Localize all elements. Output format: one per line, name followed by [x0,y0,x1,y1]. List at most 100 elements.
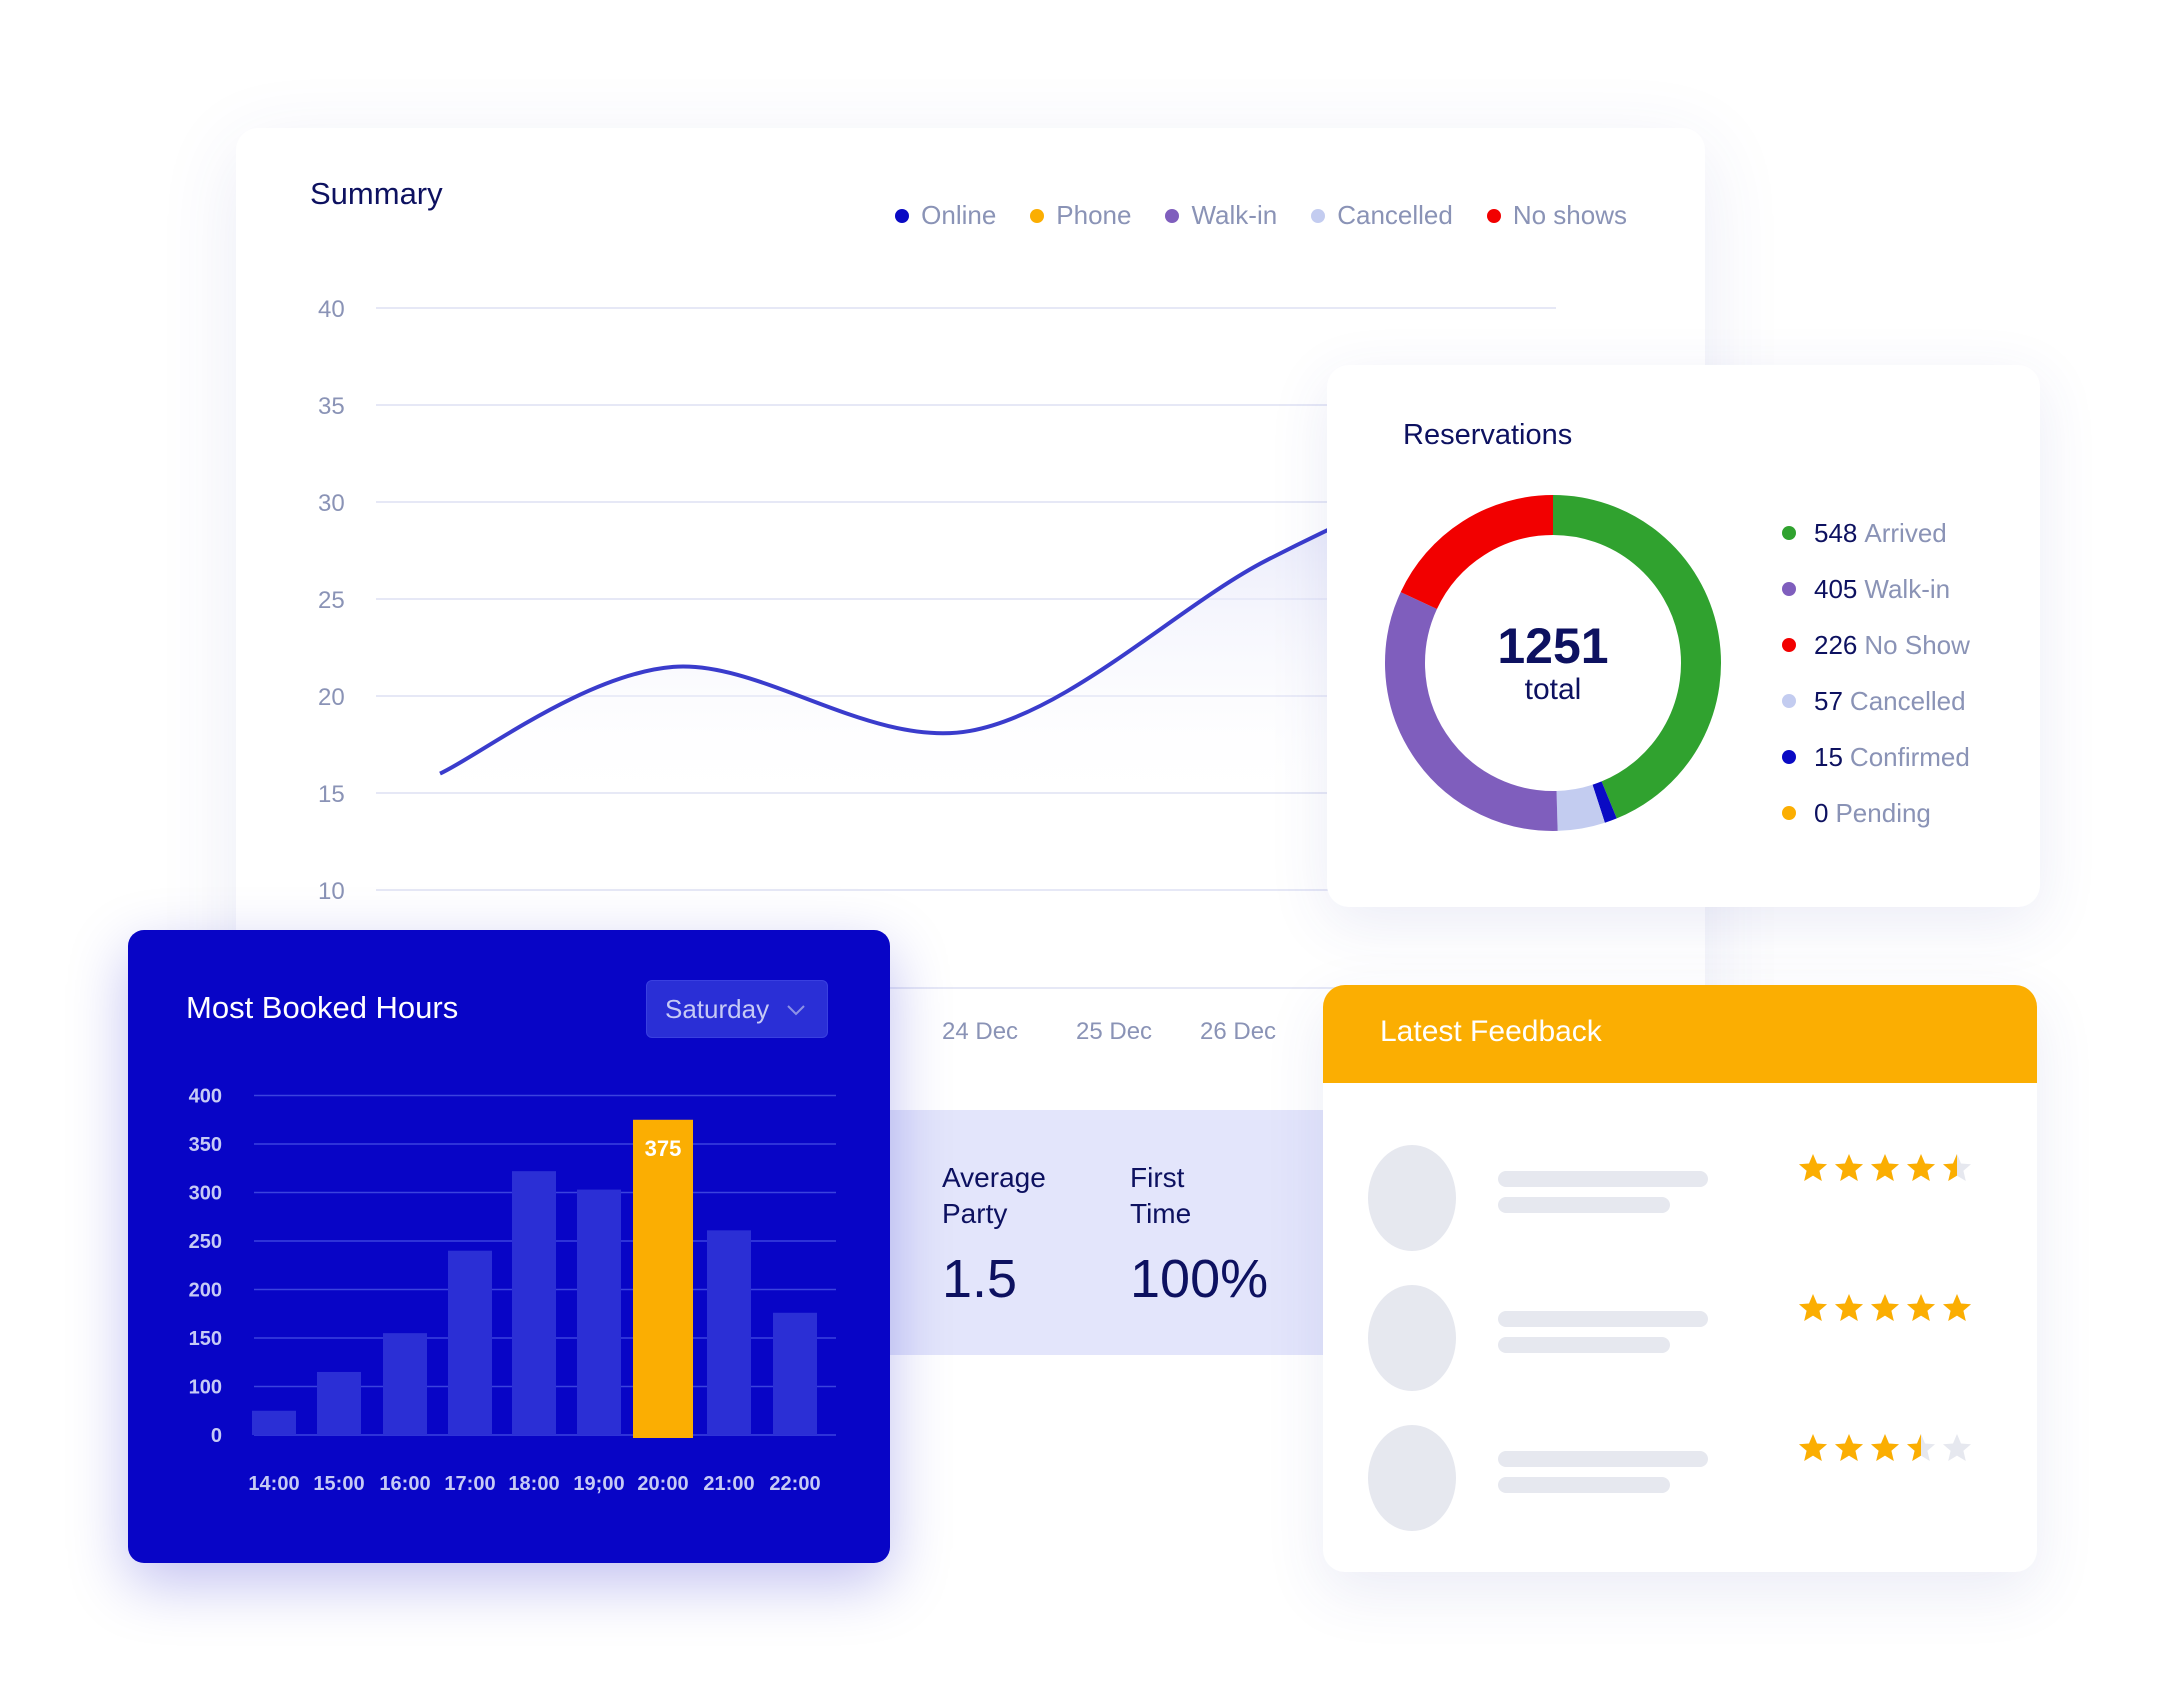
y-tick-label: 30 [318,490,345,517]
reservations-card: Reservations 1251 total 548 Arrived 405 Wal… [1327,365,2040,907]
y-tick-label: 350 [189,1134,222,1156]
star-filled-icon [1835,1154,1863,1181]
star-empty-icon [1943,1434,1971,1461]
y-tick-label: 25 [318,587,345,614]
reservations-total: 1251 [1497,618,1609,674]
legend-item-walk-in[interactable]: Walk-in [1165,200,1277,231]
stats-panel: Average Party 1.5 First Time 100% [890,1110,1323,1355]
star-filled-icon [1799,1154,1827,1181]
star-filled-icon [1871,1154,1899,1181]
legend-label: Cancelled [1337,200,1453,230]
legend-dot-icon [1782,694,1796,708]
day-select-dropdown[interactable]: Saturday [646,980,828,1038]
x-tick-label: 24 Dec [942,1018,1019,1045]
legend-label: Cancelled [1849,685,1966,716]
y-tick-label: 100 [189,1377,222,1399]
star-half-icon [1907,1434,1935,1461]
y-tick-label: 300 [189,1183,222,1205]
legend-item-no-shows[interactable]: No shows [1486,200,1627,231]
legend-dot-icon [1311,208,1326,223]
feedback-title: Latest Feedback [1380,1015,1602,1048]
bar-20:00[interactable] [633,1119,693,1438]
legend-item-online[interactable]: Online [895,200,996,231]
legend-item-cancelled[interactable]: Cancelled [1311,200,1453,231]
text-placeholder [1498,1477,1670,1493]
avatar-placeholder [1368,1425,1456,1531]
star-filled-icon [1799,1294,1827,1321]
day-select-value: Saturday [665,993,770,1024]
x-tick-label: 25 Dec [1076,1018,1153,1045]
reservations-legend-item: 548 Arrived [1782,505,1970,561]
star-filled-icon [1871,1434,1899,1461]
feedback-item[interactable] [1323,1145,2037,1255]
legend-label: Phone [1056,200,1132,230]
y-tick-label: 250 [189,1231,222,1253]
x-tick-label: 20:00 [637,1473,688,1495]
text-placeholder [1498,1337,1670,1353]
x-tick-label: 14:00 [248,1473,299,1495]
text-placeholder [1498,1311,1708,1327]
text-placeholder [1498,1197,1670,1213]
chevron-down-icon [787,1005,805,1016]
y-tick-label: 10 [318,878,345,905]
y-tick-label: 35 [318,393,345,420]
legend-label: Walk-in [1864,573,1951,604]
text-placeholder [1498,1171,1708,1187]
text-placeholder [1498,1451,1708,1467]
legend-dot-icon [1165,208,1180,223]
bar-15:00[interactable] [317,1371,361,1435]
x-tick-label: 21:00 [703,1473,754,1495]
legend-dot-icon [895,208,910,223]
y-tick-label: 200 [189,1280,222,1302]
star-filled-icon [1835,1294,1863,1321]
bar-19;00[interactable] [577,1189,621,1435]
star-rating [1798,1433,1972,1463]
feedback-item[interactable] [1323,1425,2037,1535]
bar-17:00[interactable] [448,1250,492,1435]
average-party-stat: Average Party 1.5 [942,1160,1072,1310]
most-booked-hours-card: 400 350 300 250 200 150 100 0 14:00 15:00 16:00 17:… [128,930,890,1563]
reservations-legend-item: 405 Walk-in [1782,561,1970,617]
y-tick-label: 40 [318,296,345,323]
star-filled-icon [1871,1294,1899,1321]
star-filled-icon [1835,1434,1863,1461]
x-tick-label: 15:00 [313,1473,364,1495]
hours-title: Most Booked Hours [186,990,459,1025]
bar-18:00[interactable] [512,1171,556,1435]
legend-dot-icon [1782,750,1796,764]
legend-label: Online [921,200,997,230]
first-time-stat: First Time 100% [1130,1160,1268,1310]
legend-item-phone[interactable]: Phone [1030,200,1131,231]
legend-label: No Show [1864,629,1970,660]
bar-22:00[interactable] [773,1312,817,1435]
bar-16:00[interactable] [383,1333,427,1435]
summary-title: Summary [310,176,443,211]
x-tick-label: 22:00 [769,1473,820,1495]
bar-14:00[interactable] [252,1410,296,1435]
summary-legend: Online Phone Walk-in Cancelled No shows [895,200,1627,231]
legend-dot-icon [1782,526,1796,540]
star-filled-icon [1907,1154,1935,1181]
legend-count: 548 [1814,517,1858,548]
legend-count: 226 [1814,629,1858,660]
legend-label: Confirmed [1849,741,1970,772]
reservations-legend-item: 57 Cancelled [1782,673,1970,729]
y-tick-label: 150 [189,1328,222,1350]
legend-count: 405 [1814,573,1858,604]
legend-dot-icon [1782,638,1796,652]
y-tick-label: 0 [211,1425,222,1447]
bar-data-label: 375 [645,1136,682,1161]
y-tick-label: 20 [318,684,345,711]
x-tick-label: 16:00 [379,1473,430,1495]
bar-21:00[interactable] [707,1230,751,1435]
feedback-item[interactable] [1323,1285,2037,1395]
avatar-placeholder [1368,1145,1456,1251]
legend-label: No shows [1512,200,1627,230]
first-time-label: First Time [1130,1162,1192,1229]
reservations-legend-item: 226 No Show [1782,617,1970,673]
x-tick-label: 26 Dec [1200,1018,1277,1045]
star-rating [1798,1153,1972,1183]
reservations-total-label: total [1524,673,1582,706]
legend-dot-icon [1030,208,1045,223]
star-rating [1798,1293,1972,1323]
